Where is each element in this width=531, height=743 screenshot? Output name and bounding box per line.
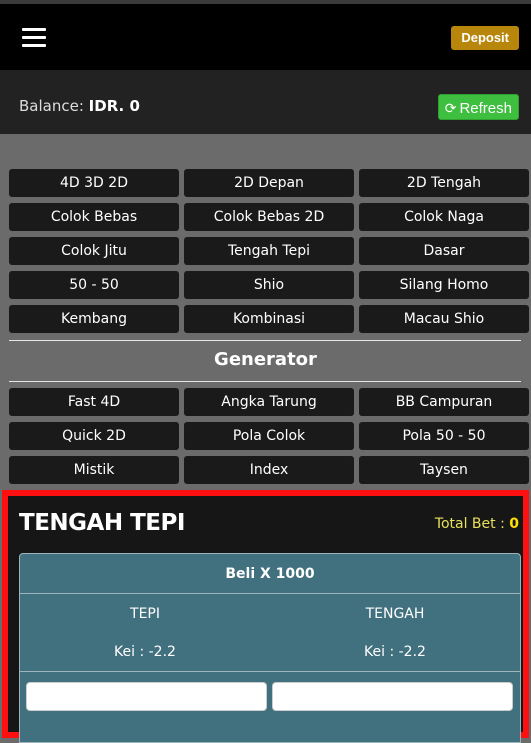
game-button-silang-homo[interactable]: Silang Homo (359, 271, 529, 299)
generator-button-pola-colok[interactable]: Pola Colok (184, 422, 354, 450)
game-button-shio[interactable]: Shio (184, 271, 354, 299)
column-header-tepi: TEPI (130, 606, 160, 622)
balance-value: IDR. 0 (88, 97, 140, 115)
top-navbar: Deposit (0, 0, 531, 70)
refresh-icon: ⟳ (444, 100, 457, 116)
game-button-tengah-tepi[interactable]: Tengah Tepi (184, 237, 354, 265)
kei-tepi: Kei : -2.2 (114, 644, 176, 660)
game-button-colok-naga[interactable]: Colok Naga (359, 203, 529, 231)
game-button-macau-shio[interactable]: Macau Shio (359, 305, 529, 333)
generator-heading: Generator (214, 349, 317, 370)
game-button-2d-depan[interactable]: 2D Depan (184, 169, 354, 197)
kei-tengah: Kei : -2.2 (364, 644, 426, 660)
balance-bar: Balance: IDR. 0 ⟳ Refresh (0, 70, 531, 134)
game-button-50-50[interactable]: 50 - 50 (9, 271, 179, 299)
bet-panel: TENGAH TEPI Total Bet : 0 Beli X 1000 TE… (2, 490, 529, 743)
multiplier-header: Beli X 1000 (20, 554, 520, 594)
refresh-button[interactable]: ⟳ Refresh (437, 94, 519, 120)
deposit-button[interactable]: Deposit (451, 26, 519, 50)
game-button-2d-tengah[interactable]: 2D Tengah (359, 169, 529, 197)
generator-button-index[interactable]: Index (184, 456, 354, 484)
generator-button-fast-4d[interactable]: Fast 4D (9, 388, 179, 416)
game-button-kombinasi[interactable]: Kombinasi (184, 305, 354, 333)
generator-button-pola-50-50[interactable]: Pola 50 - 50 (359, 422, 529, 450)
balance-display: Balance: IDR. 0 (19, 97, 140, 115)
game-button-colok-bebas-2d[interactable]: Colok Bebas 2D (184, 203, 354, 231)
game-menu-grid: 4D 3D 2D 2D Depan 2D Tengah Colok Bebas … (9, 169, 529, 333)
column-header-tengah: TENGAH (365, 606, 425, 622)
balance-label: Balance: (19, 97, 84, 115)
bet-input-tepi[interactable] (26, 682, 267, 711)
generator-button-angka-tarung[interactable]: Angka Tarung (184, 388, 354, 416)
generator-button-bb-campuran[interactable]: BB Campuran (359, 388, 529, 416)
game-button-colok-jitu[interactable]: Colok Jitu (9, 237, 179, 265)
refresh-label: Refresh (459, 100, 512, 117)
bet-form-card: Beli X 1000 TEPI TENGAH Kei : -2.2 Kei :… (19, 553, 521, 743)
divider (9, 381, 521, 382)
generator-button-taysen[interactable]: Taysen (359, 456, 529, 484)
bet-input-tengah[interactable] (272, 682, 513, 711)
game-button-colok-bebas[interactable]: Colok Bebas (9, 203, 179, 231)
generator-grid: Fast 4D Angka Tarung BB Campuran Quick 2… (9, 388, 529, 484)
divider (9, 340, 521, 341)
divider (20, 671, 520, 672)
total-bet-value: 0 (509, 516, 519, 532)
game-button-4d-3d-2d[interactable]: 4D 3D 2D (9, 169, 179, 197)
generator-button-quick-2d[interactable]: Quick 2D (9, 422, 179, 450)
generator-button-mistik[interactable]: Mistik (9, 456, 179, 484)
menu-icon[interactable] (22, 28, 46, 48)
total-bet-label: Total Bet : (434, 516, 505, 532)
total-bet: Total Bet : 0 (435, 516, 519, 532)
game-button-kembang[interactable]: Kembang (9, 305, 179, 333)
bet-panel-title: TENGAH TEPI (19, 510, 185, 536)
game-button-dasar[interactable]: Dasar (359, 237, 529, 265)
